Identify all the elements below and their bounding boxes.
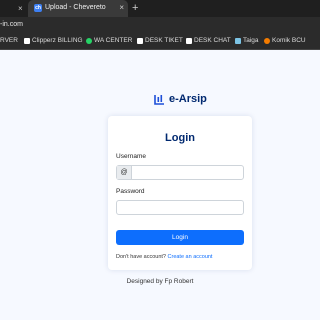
bookmark-item[interactable]: Taiga (235, 37, 259, 44)
bookmark-label: Komik BCU (272, 37, 306, 44)
login-card: Login Username @ Password Login Don't ha… (108, 116, 252, 270)
username-label: Username (116, 153, 146, 160)
tab-active[interactable]: ch Upload - Chevereto × (28, 0, 128, 17)
close-tab-icon[interactable]: × (119, 3, 124, 12)
bookmark-label: WA CENTER (94, 37, 133, 44)
password-input[interactable] (116, 200, 244, 215)
bookmarks-bar: RVER Clipperz BILLING WA CENTER DESK TIK… (0, 33, 320, 50)
bookmark-item[interactable]: DESK TIKET (137, 37, 183, 44)
address-bar[interactable]: -in.com (0, 17, 320, 33)
login-button[interactable]: Login (116, 230, 244, 245)
url-text[interactable]: -in.com (0, 21, 23, 28)
whatsapp-icon (86, 37, 92, 44)
bookmark-label: Clipperz BILLING (32, 37, 83, 44)
username-input[interactable] (132, 166, 242, 179)
signup-prompt: Don't have account? Create an account (116, 254, 212, 260)
create-account-link[interactable]: Create an account (168, 254, 213, 260)
password-label: Password (116, 188, 145, 195)
bookmark-label: DESK TIKET (145, 37, 183, 44)
chevereto-favicon-icon: ch (34, 4, 42, 12)
bookmark-item[interactable]: RVER (0, 37, 18, 44)
brand-name: e-Arsip (169, 93, 207, 105)
browser-tab-bar: × ch Upload - Chevereto × + (0, 0, 320, 17)
username-group: @ (116, 165, 244, 180)
page-icon (24, 37, 30, 44)
page-icon (186, 37, 192, 44)
archive-logo-icon (154, 94, 164, 105)
bookmark-item[interactable]: Komik BCU (264, 37, 306, 44)
bookmark-item[interactable]: DESK CHAT (186, 37, 231, 44)
bookmark-label: RVER (0, 37, 18, 44)
taiga-icon (235, 37, 241, 44)
page-title: Login (165, 132, 195, 144)
bookmark-label: DESK CHAT (194, 37, 231, 44)
at-sign-icon: @ (117, 166, 132, 179)
signup-prompt-text: Don't have account? (116, 254, 166, 260)
tab-title: Upload - Chevereto (45, 4, 106, 11)
bookmark-item[interactable]: WA CENTER (86, 37, 132, 44)
close-tab-icon[interactable]: × (18, 4, 23, 13)
bookmark-label: Taiga (243, 37, 259, 44)
footer-credits: Designed by Fp Robert (126, 278, 194, 285)
brand-logo[interactable]: e-Arsip (154, 92, 207, 106)
komik-icon (264, 37, 270, 44)
new-tab-button[interactable]: + (132, 2, 138, 14)
page-icon (137, 37, 143, 44)
bookmark-item[interactable]: Clipperz BILLING (24, 37, 83, 44)
